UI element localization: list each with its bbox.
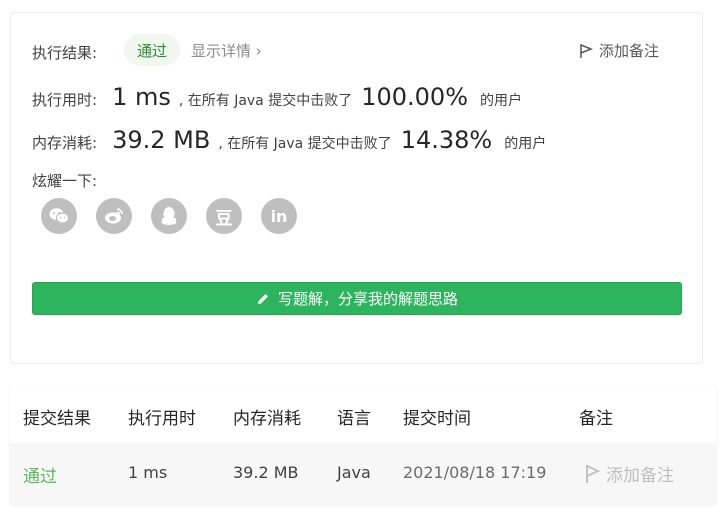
runtime-percent: 100.00% bbox=[361, 83, 468, 111]
weibo-icon bbox=[105, 208, 123, 224]
memory-percent: 14.38% bbox=[400, 126, 493, 154]
qq-share-button[interactable] bbox=[151, 198, 187, 234]
memory-value: 39.2 MB bbox=[112, 126, 211, 154]
runtime-tail: 的用户 bbox=[480, 93, 522, 109]
table-header: 提交结果 执行用时 内存消耗 语言 提交时间 备注 bbox=[10, 385, 716, 443]
runtime-label: 执行用时: bbox=[32, 91, 98, 109]
result-label: 执行结果: bbox=[32, 44, 98, 62]
header-language: 语言 bbox=[337, 409, 371, 429]
header-runtime: 执行用时 bbox=[128, 409, 196, 429]
show-details-label: 显示详情 bbox=[191, 42, 252, 60]
runtime-mid-text: , 在所有 Java 提交中击败了 bbox=[178, 93, 353, 109]
pencil-icon bbox=[257, 293, 268, 304]
flag-icon bbox=[586, 464, 600, 483]
qq-icon bbox=[161, 207, 177, 225]
memory-mid-text: , 在所有 Java 提交中击败了 bbox=[218, 136, 392, 152]
submission-table: 提交结果 执行用时 内存消耗 语言 提交时间 备注 通过 1 ms 39.2 M… bbox=[10, 385, 716, 504]
runtime-row: 执行用时: 1 ms , 在所有 Java 提交中击败了 100.00% 的用户 bbox=[32, 83, 522, 111]
linkedin-share-button[interactable]: in bbox=[261, 198, 297, 234]
header-status: 提交结果 bbox=[23, 409, 91, 429]
add-note-label: 添加备注 bbox=[599, 42, 660, 60]
wechat-share-button[interactable] bbox=[41, 198, 77, 234]
memory-label: 内存消耗: bbox=[32, 134, 98, 152]
wechat-icon bbox=[49, 208, 70, 224]
row-runtime: 1 ms bbox=[128, 463, 168, 482]
table-row[interactable]: 通过 1 ms 39.2 MB Java 2021/08/18 17:19 添加… bbox=[10, 443, 716, 504]
header-note: 备注 bbox=[579, 409, 613, 429]
linkedin-icon: in bbox=[270, 206, 288, 226]
row-add-note-label: 添加备注 bbox=[606, 466, 674, 486]
row-memory: 39.2 MB bbox=[233, 463, 299, 482]
flag-icon bbox=[580, 43, 593, 58]
show-details-link[interactable]: 显示详情 › bbox=[191, 40, 262, 61]
memory-tail: 的用户 bbox=[504, 136, 547, 152]
chevron-right-icon: › bbox=[255, 42, 262, 60]
status-badge: 通过 bbox=[124, 34, 181, 66]
runtime-value: 1 ms bbox=[112, 83, 171, 111]
row-submit-time: 2021/08/18 17:19 bbox=[403, 463, 547, 482]
memory-row: 内存消耗: 39.2 MB , 在所有 Java 提交中击败了 14.38% 的… bbox=[32, 126, 546, 154]
row-language: Java bbox=[337, 463, 371, 482]
header-submit-time: 提交时间 bbox=[403, 409, 471, 429]
weibo-share-button[interactable] bbox=[96, 198, 132, 234]
row-status-link[interactable]: 通过 bbox=[23, 462, 57, 487]
add-note-button[interactable]: 添加备注 bbox=[579, 40, 659, 61]
share-label: 炫耀一下: bbox=[32, 172, 98, 190]
row-add-note-button[interactable]: 添加备注 bbox=[584, 461, 674, 486]
header-memory: 内存消耗 bbox=[233, 409, 301, 429]
write-solution-label: 写题解，分享我的解题思路 bbox=[277, 290, 458, 308]
douban-share-button[interactable]: 豆 bbox=[206, 198, 242, 234]
douban-icon: 豆 bbox=[215, 208, 233, 229]
write-solution-button[interactable]: 写题解，分享我的解题思路 bbox=[32, 282, 682, 315]
